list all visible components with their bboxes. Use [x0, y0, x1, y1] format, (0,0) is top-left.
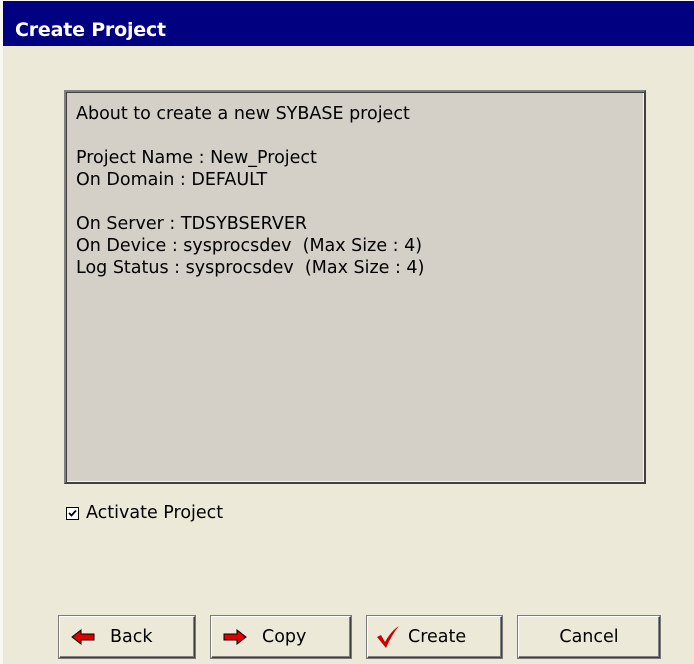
copy-button[interactable]: Copy	[211, 616, 351, 658]
summary-log-status: Log Status : sysprocsdev (Max Size : 4)	[76, 258, 425, 278]
summary-project-name: Project Name : New_Project	[76, 148, 317, 168]
right-arrow-icon	[222, 627, 248, 647]
create-button[interactable]: Create	[367, 616, 502, 658]
create-project-dialog: Create Project About to create a new SYB…	[0, 0, 694, 664]
cancel-button-label: Cancel	[559, 627, 619, 647]
cancel-button[interactable]: Cancel	[518, 616, 660, 658]
summary-server: On Server : TDSYBSERVER	[76, 214, 308, 234]
create-button-label: Create	[408, 627, 467, 647]
activate-project-label: Activate Project	[86, 503, 224, 523]
project-summary-panel: About to create a new SYBASE project Pro…	[64, 90, 646, 484]
summary-domain: On Domain : DEFAULT	[76, 170, 268, 190]
back-button-label: Back	[110, 627, 153, 647]
back-button[interactable]: Back	[59, 616, 195, 658]
summary-spacer	[76, 191, 644, 213]
title-bar[interactable]: Create Project	[3, 1, 694, 46]
summary-intro: About to create a new SYBASE project	[76, 104, 410, 124]
checkmark-icon	[374, 626, 402, 648]
left-arrow-icon	[70, 627, 96, 647]
activate-project-checkbox[interactable]	[66, 506, 79, 520]
dialog-title: Create Project	[15, 19, 166, 41]
checkmark-icon	[68, 509, 77, 517]
summary-spacer	[76, 125, 644, 147]
copy-button-label: Copy	[262, 627, 307, 647]
summary-device: On Device : sysprocsdev (Max Size : 4)	[76, 236, 423, 256]
activate-project-option[interactable]: Activate Project	[66, 500, 223, 526]
